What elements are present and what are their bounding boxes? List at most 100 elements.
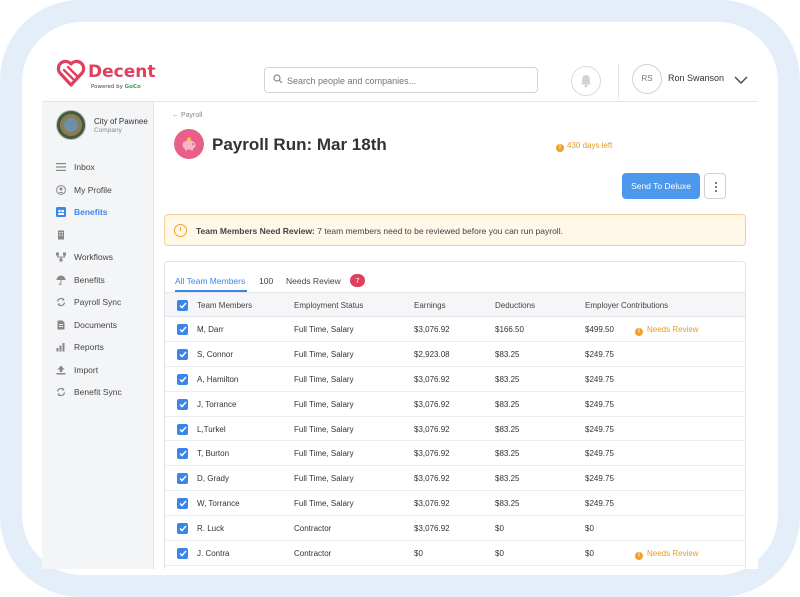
cell-name[interactable]: R. Luck xyxy=(197,524,224,533)
sidebar-item-benefits-active[interactable]: Benefits xyxy=(42,201,154,224)
column-header-employer-contributions[interactable]: Employer Contributions xyxy=(585,301,668,310)
checkmark-icon xyxy=(178,450,187,458)
more-options-button[interactable] xyxy=(704,173,726,199)
tab-all-count: 100 xyxy=(259,276,274,286)
row-checkbox[interactable] xyxy=(177,498,188,510)
tab-all-team-members[interactable]: All Team Members xyxy=(175,276,245,286)
row-checkbox[interactable] xyxy=(177,548,188,560)
cell-employer-contributions: $0 xyxy=(585,549,594,559)
sidebar-item-reports[interactable]: Reports xyxy=(42,336,154,359)
company-seal-logo xyxy=(56,110,86,140)
sidebar-item-benefit-sync[interactable]: Benefit Sync xyxy=(42,381,154,404)
column-header-team-members[interactable]: Team Members xyxy=(197,301,252,310)
sidebar-item-inbox[interactable]: Inbox xyxy=(42,156,154,179)
send-to-deluxe-button[interactable]: Send To Deluxe xyxy=(622,173,700,199)
checkmark-icon xyxy=(178,351,187,358)
sidebar-item-documents[interactable]: Documents xyxy=(42,314,154,337)
company-type: Company xyxy=(94,127,122,134)
cell-name[interactable]: J, Torrance xyxy=(197,400,236,409)
cell-deductions: $83.25 xyxy=(495,399,520,409)
table-tabs: All Team Members 100 Needs Review 7 xyxy=(165,262,745,293)
breadcrumb[interactable]: ← Payroll xyxy=(172,112,202,119)
cell-name[interactable]: A, Hamilton xyxy=(197,375,238,384)
row-checkbox[interactable] xyxy=(177,448,188,460)
breadcrumb-label[interactable]: Payroll xyxy=(181,112,202,119)
cell-name[interactable]: W, Torrance xyxy=(197,499,240,508)
cell-employment-status: Full Time, Salary xyxy=(294,474,354,484)
days-left-text: 430 days left xyxy=(567,141,613,150)
review-alert-banner: Team Members Need Review: 7 team members… xyxy=(164,214,746,246)
cell-deductions: $83.25 xyxy=(495,424,520,434)
powered-by-label: Powered by GoCo xyxy=(91,84,141,90)
search-box[interactable] xyxy=(264,67,538,93)
table-row[interactable]: A, Hamilton Full Time, Salary $3,076.92 $83… xyxy=(165,367,745,392)
row-checkbox[interactable] xyxy=(177,373,188,385)
cell-employer-contributions: $249.75 xyxy=(585,374,614,384)
kebab-dot xyxy=(715,182,717,184)
cell-deductions: $83.25 xyxy=(495,349,520,359)
select-all-checkbox[interactable] xyxy=(177,300,188,311)
cell-employer-contributions: $0 xyxy=(585,524,594,534)
table-row[interactable]: J. Contra Contractor $0 $0 $0! Needs Review xyxy=(165,541,745,566)
sidebar-item-label: Import xyxy=(74,364,99,375)
needs-review-flag[interactable]: ! Needs Review xyxy=(635,549,699,561)
column-header-earnings[interactable]: Earnings xyxy=(414,301,446,310)
search-input[interactable] xyxy=(287,72,527,89)
decent-logo[interactable]: Decent Powered by GoCo xyxy=(56,58,156,96)
table-row[interactable]: L,Turkel Full Time, Salary $3,076.92 $83.25… xyxy=(165,417,745,442)
table-row[interactable]: S, Connor Full Time, Salary $2,923.08 $83.2… xyxy=(165,342,745,367)
tab-needs-review[interactable]: Needs Review xyxy=(286,276,341,286)
row-checkbox[interactable] xyxy=(177,523,188,535)
sidebar-item-import[interactable]: Import xyxy=(42,359,154,382)
sidebar-item-benefits[interactable]: Benefits xyxy=(42,269,154,292)
row-checkbox[interactable] xyxy=(177,423,188,435)
list-icon xyxy=(56,163,66,171)
cell-name[interactable]: M, Darr xyxy=(197,325,224,334)
table-row[interactable]: D, Grady Full Time, Salary $3,076.92 $83.25… xyxy=(165,466,745,492)
cell-name[interactable]: T, Burton xyxy=(197,449,229,458)
sidebar-item-company[interactable] xyxy=(42,224,154,247)
sync-icon xyxy=(56,297,66,307)
building-icon xyxy=(58,230,64,239)
warning-icon: ! xyxy=(635,328,643,336)
cell-deductions: $0 xyxy=(495,549,504,559)
notifications-button[interactable] xyxy=(571,66,601,96)
user-name[interactable]: Ron Swanson xyxy=(668,73,724,83)
cell-earnings: $2,923.08 xyxy=(414,349,450,359)
table-row[interactable]: A, CristianFull Time, Salary$3,076.92$83… xyxy=(165,566,745,569)
needs-review-flag[interactable]: ! Needs Review xyxy=(635,325,699,336)
table-row[interactable]: R. Luck Contractor $3,076.92 $0 $0 xyxy=(165,516,745,542)
cell-name[interactable]: L,Turkel xyxy=(197,425,226,434)
sidebar-item-my-profile[interactable]: My Profile xyxy=(42,179,154,202)
user-avatar[interactable]: RS xyxy=(632,64,662,94)
cell-name[interactable]: J. Contra xyxy=(197,549,229,558)
brand-name: Decent xyxy=(88,62,156,82)
row-checkbox[interactable] xyxy=(177,473,188,485)
company-switcher[interactable]: City of Pawnee Company xyxy=(56,110,152,142)
column-header-employment-status[interactable]: Employment Status xyxy=(294,301,363,310)
sidebar-item-payroll-sync[interactable]: Payroll Sync xyxy=(42,291,154,314)
chevron-down-icon[interactable] xyxy=(734,76,748,84)
column-header-deductions[interactable]: Deductions xyxy=(495,301,535,310)
table-row[interactable]: W, Torrance Full Time, Salary $3,076.92 $83… xyxy=(165,491,745,517)
cell-employment-status: Full Time, Salary xyxy=(294,349,354,359)
cell-name[interactable]: S, Connor xyxy=(197,350,233,359)
row-checkbox[interactable] xyxy=(177,324,188,335)
sidebar-item-workflows[interactable]: Workflows xyxy=(42,246,154,269)
cell-name[interactable]: D, Grady xyxy=(197,474,229,483)
cell-employer-contributions: $499.50 xyxy=(585,325,614,334)
table-row[interactable]: T, Burton Full Time, Salary $3,076.92 $83.2… xyxy=(165,441,745,467)
table-header: Team Members Employment Status Earnings … xyxy=(165,293,745,317)
cell-employment-status: Contractor xyxy=(294,549,332,559)
header-divider xyxy=(618,64,619,98)
cell-deductions: $0 xyxy=(495,524,504,534)
checkmark-icon xyxy=(178,475,187,482)
table-row[interactable]: M, Darr Full Time, Salary $3,076.92 $166.50… xyxy=(165,317,745,342)
row-checkbox[interactable] xyxy=(177,348,188,360)
cell-earnings: $3,076.92 xyxy=(414,399,450,409)
row-checkbox[interactable] xyxy=(177,398,188,410)
piggy-bank-icon xyxy=(174,129,204,159)
table-row[interactable]: J, Torrance Full Time, Salary $3,076.92 $83… xyxy=(165,392,745,417)
warning-icon: ! xyxy=(556,144,564,152)
active-tab-indicator xyxy=(175,290,247,292)
